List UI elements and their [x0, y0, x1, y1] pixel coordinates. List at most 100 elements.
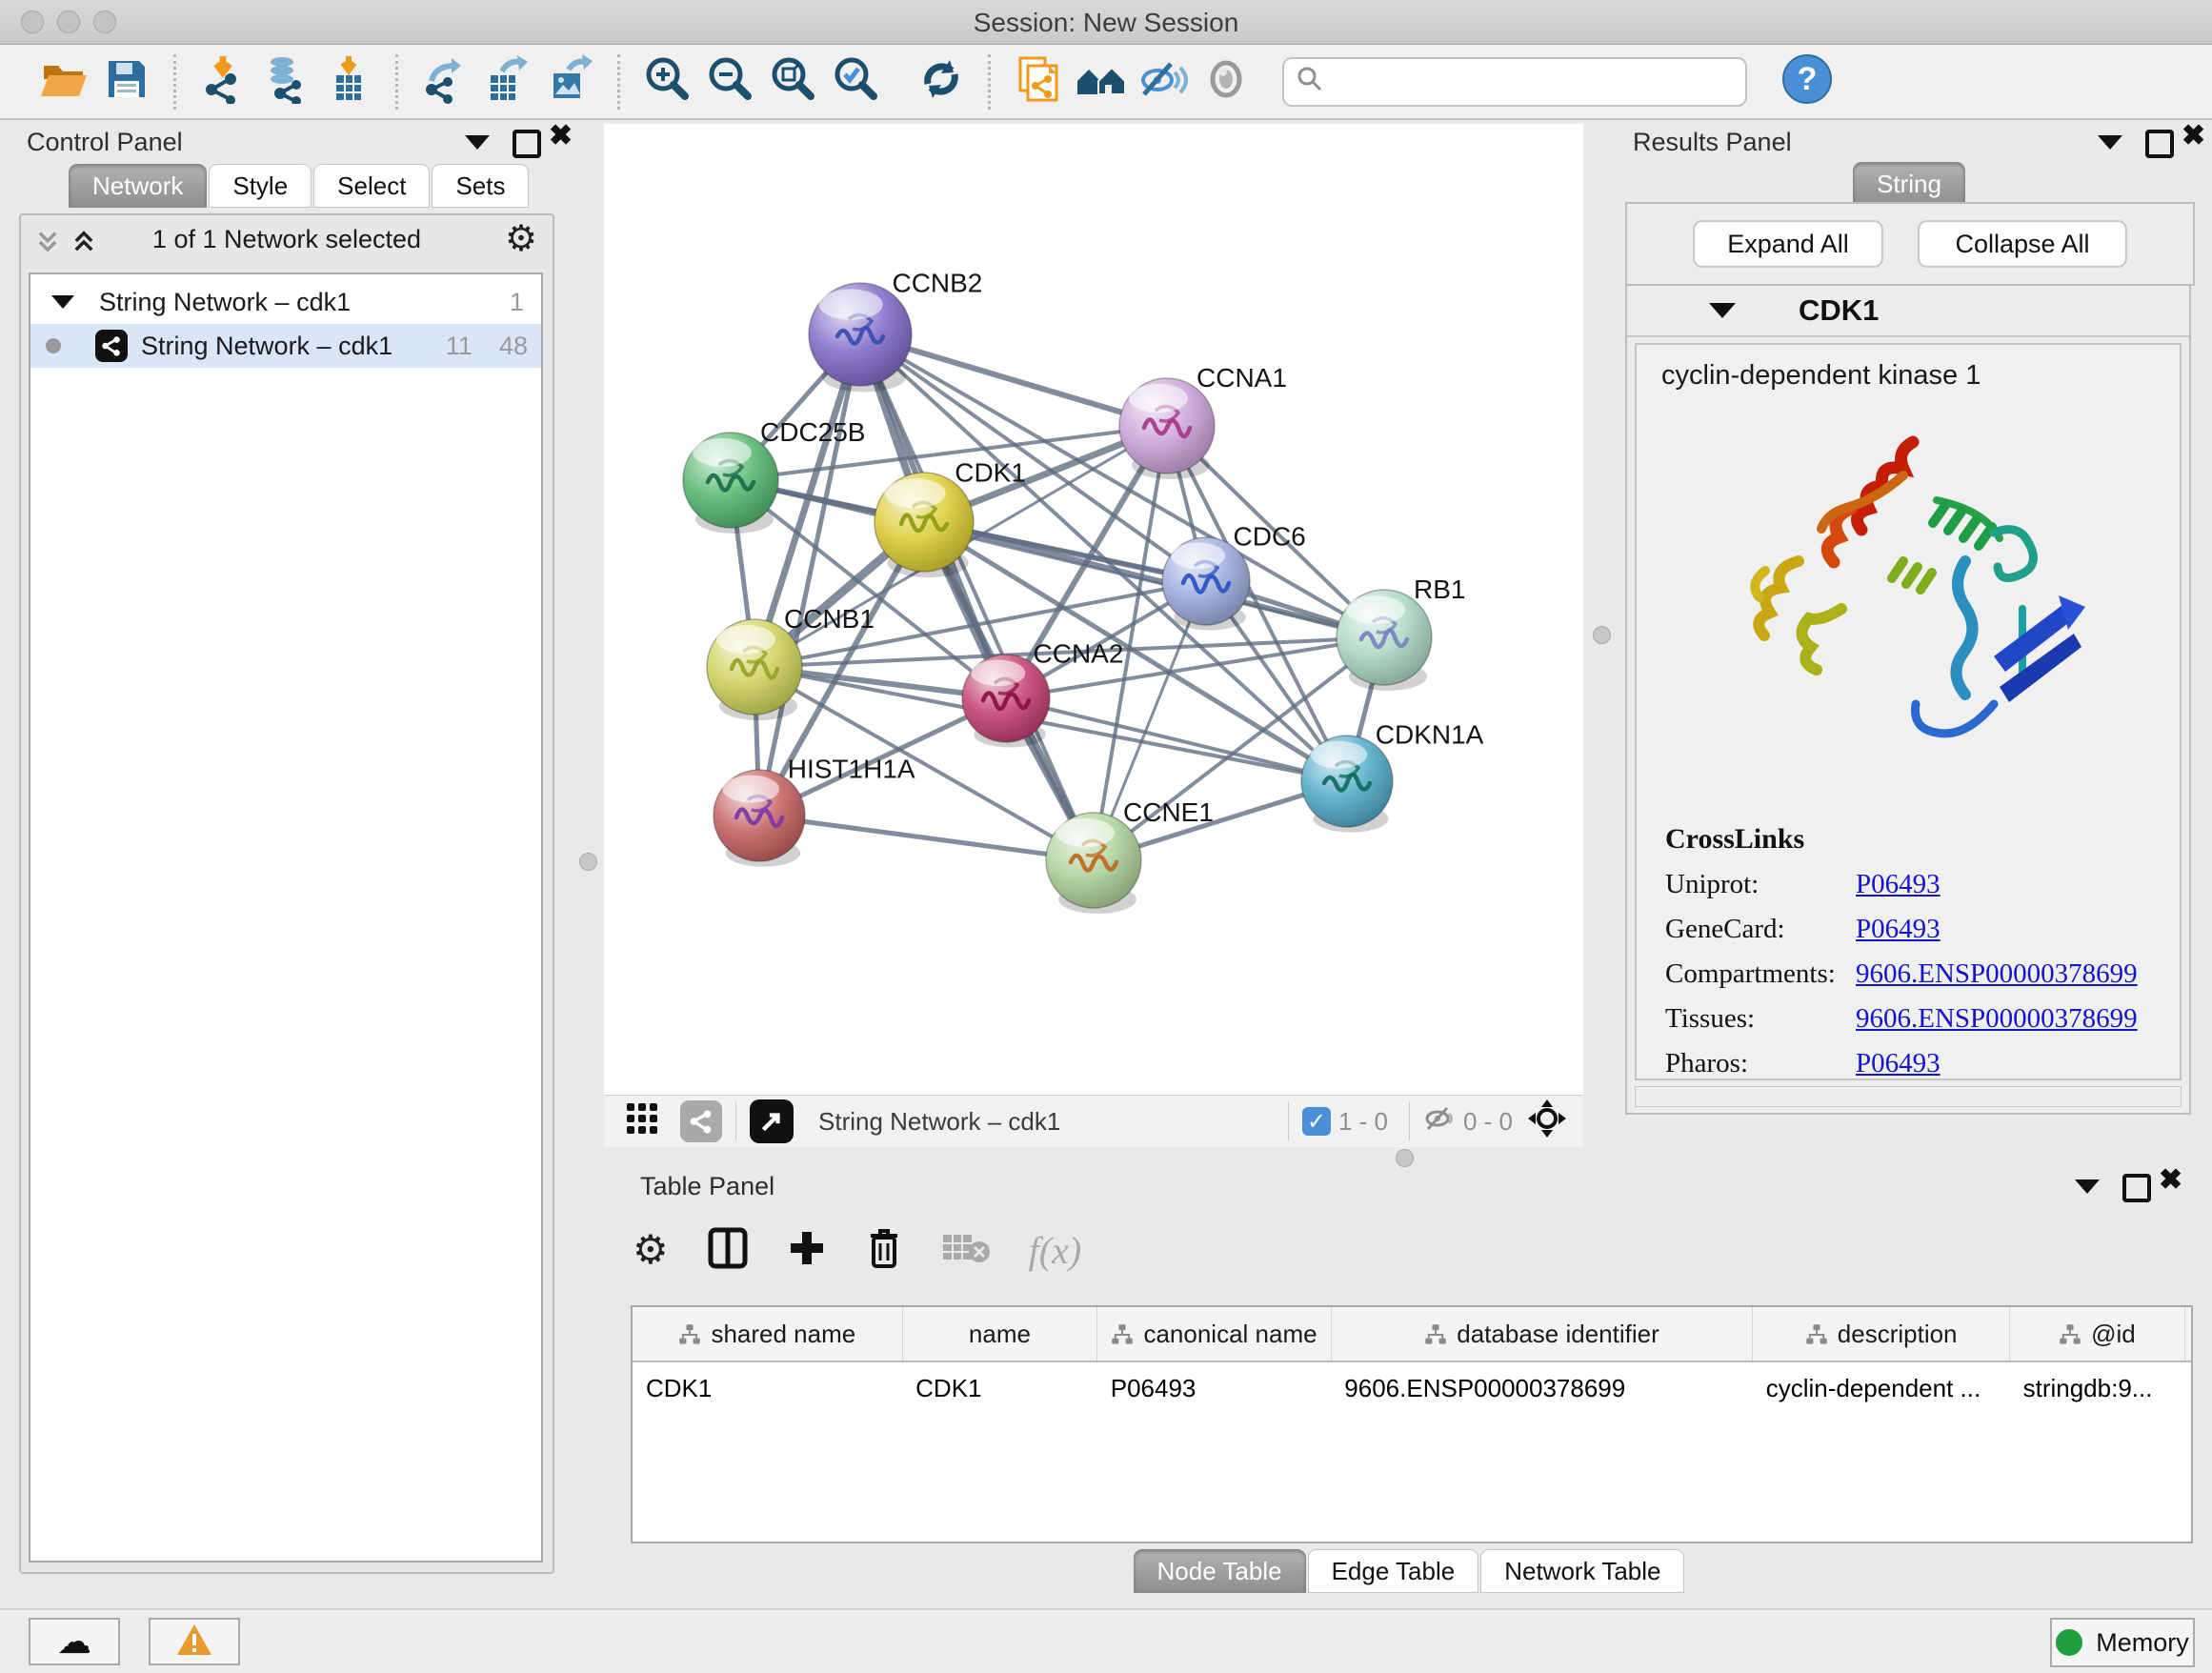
share-view-icon[interactable] — [680, 1100, 722, 1142]
fit-selected-crosshair-icon[interactable] — [1526, 1098, 1568, 1146]
tab-edge-table[interactable]: Edge Table — [1308, 1549, 1479, 1593]
show-columns-icon[interactable] — [707, 1226, 749, 1275]
table-cell[interactable]: CDK1 — [902, 1361, 1097, 1414]
birdseye-view-icon[interactable] — [750, 1099, 794, 1143]
crosslink-link[interactable]: P06493 — [1856, 914, 1941, 945]
warnings-button[interactable] — [149, 1618, 240, 1665]
node-CCNA2[interactable] — [962, 655, 1050, 748]
export-image-button[interactable] — [539, 51, 602, 112]
table-cell[interactable]: 9606.ENSP00000378699 — [1331, 1361, 1752, 1414]
panel-close-icon[interactable]: ✖ — [2159, 1170, 2182, 1194]
table-cell[interactable]: stringdb:9... — [2010, 1361, 2185, 1414]
expand-all-button[interactable]: Expand All — [1693, 220, 1883, 268]
cloud-status-button[interactable]: ☁ — [29, 1618, 120, 1665]
column-header-database-identifier[interactable]: database identifier — [1331, 1307, 1752, 1361]
node-CDK1[interactable] — [875, 473, 974, 577]
tab-network-table[interactable]: Network Table — [1480, 1549, 1684, 1593]
open-session-button[interactable] — [32, 51, 95, 112]
search-field[interactable] — [1282, 57, 1747, 107]
panel-menu-caret-icon[interactable] — [2075, 1179, 2100, 1199]
node-CCNE1[interactable] — [1046, 813, 1141, 914]
import-network-database-button[interactable] — [254, 51, 317, 112]
delete-table-icon[interactable] — [941, 1229, 991, 1272]
network-options-gear-icon[interactable]: ⚙ — [505, 221, 537, 257]
edge-HIST1H1A-CCNE1[interactable] — [759, 816, 1094, 860]
left-splitter-handle[interactable] — [579, 853, 597, 871]
crosslink-link[interactable]: 9606.ENSP00000378699 — [1856, 958, 2138, 990]
share-network-button[interactable] — [1006, 51, 1069, 112]
tab-node-table[interactable]: Node Table — [1134, 1549, 1306, 1593]
zoom-out-button[interactable] — [698, 51, 761, 112]
panel-menu-caret-icon[interactable] — [465, 135, 490, 154]
tab-string[interactable]: String — [1853, 162, 1965, 206]
results-horizontal-scrollbar[interactable] — [1635, 1086, 2182, 1107]
function-builder-icon[interactable]: f(x) — [1029, 1228, 1082, 1273]
column-header-name[interactable]: name — [902, 1307, 1097, 1361]
apply-layout-button[interactable] — [910, 51, 973, 112]
zoom-in-button[interactable] — [635, 51, 698, 112]
tab-sets[interactable]: Sets — [432, 164, 529, 208]
memory-button[interactable]: Memory — [2050, 1618, 2195, 1667]
import-table-button[interactable] — [317, 51, 380, 112]
table-cell[interactable]: cyclin-dependent ... — [1753, 1361, 2010, 1414]
crosslink-link[interactable]: 9606.ENSP00000378699 — [1856, 1003, 2138, 1035]
table-row[interactable]: CDK1CDK1P064939606.ENSP00000378699cyclin… — [633, 1361, 2193, 1414]
node-RB1[interactable] — [1337, 590, 1432, 691]
network-collection-row[interactable]: String Network – cdk1 1 — [30, 280, 541, 324]
home-button[interactable] — [1069, 51, 1132, 112]
gene-section-header[interactable]: CDK1 — [1627, 286, 2189, 337]
export-table-button[interactable] — [476, 51, 539, 112]
crosslink-link[interactable]: P06493 — [1856, 869, 1941, 900]
table-options-gear-icon[interactable]: ⚙ — [633, 1230, 669, 1270]
column-header--id[interactable]: @id — [2010, 1307, 2185, 1361]
help-button[interactable]: ? — [1776, 51, 1839, 112]
selected-checkbox-icon[interactable]: ✓ — [1302, 1107, 1331, 1136]
column-header-namespace[interactable]: namespace — [2184, 1307, 2193, 1361]
search-input[interactable] — [1324, 66, 1709, 97]
panel-float-icon[interactable] — [513, 130, 541, 163]
node-CCNA1[interactable] — [1119, 378, 1215, 479]
tab-style[interactable]: Style — [209, 164, 312, 208]
tab-select[interactable]: Select — [313, 164, 430, 208]
panel-float-icon[interactable] — [2145, 130, 2174, 163]
table-cell[interactable]: stringdb — [2184, 1361, 2193, 1414]
edge-CCNB2-HIST1H1A[interactable] — [759, 334, 860, 816]
export-network-button[interactable] — [413, 51, 476, 112]
import-network-file-button[interactable] — [191, 51, 254, 112]
node-CDC25B[interactable] — [683, 433, 778, 534]
node-CCNB2[interactable] — [809, 283, 912, 392]
tree-expand-caret-icon[interactable] — [51, 295, 74, 309]
hide-panel-button[interactable] — [1132, 51, 1195, 112]
panel-float-icon[interactable] — [2122, 1174, 2151, 1207]
node-CDC6[interactable] — [1162, 537, 1250, 631]
table-cell[interactable]: P06493 — [1097, 1361, 1332, 1414]
column-header-description[interactable]: description — [1753, 1307, 2010, 1361]
node-CDKN1A[interactable] — [1301, 736, 1393, 833]
zoom-selected-button[interactable] — [824, 51, 887, 112]
grid-view-icon[interactable] — [625, 1101, 659, 1142]
panel-menu-caret-icon[interactable] — [2098, 135, 2122, 154]
bottom-splitter-handle[interactable] — [1396, 1149, 1414, 1167]
table-cell[interactable]: CDK1 — [633, 1361, 902, 1414]
column-header-shared-name[interactable]: shared name — [633, 1307, 902, 1361]
crosslink-link[interactable]: P06493 — [1856, 1048, 1941, 1079]
node-table[interactable]: shared namenamecanonical namedatabase id… — [631, 1305, 2193, 1543]
add-column-icon[interactable] — [787, 1228, 827, 1273]
network-canvas[interactable]: CCNB2CCNA1CDC25BCDK1CDC6RB1CCNB1CCNA2CDK… — [604, 124, 1583, 1095]
zoom-fit-button[interactable] — [761, 51, 824, 112]
show-eye-button[interactable] — [1195, 51, 1257, 112]
hidden-eye-icon[interactable] — [1423, 1104, 1456, 1139]
network-row-selected[interactable]: String Network – cdk1 11 48 — [30, 324, 541, 368]
panel-close-icon[interactable]: ✖ — [2182, 126, 2205, 150]
column-header-canonical-name[interactable]: canonical name — [1097, 1307, 1332, 1361]
tab-network[interactable]: Network — [69, 164, 207, 208]
section-collapse-caret-icon[interactable] — [1709, 303, 1736, 318]
collapse-all-button[interactable]: Collapse All — [1918, 220, 2127, 268]
node-CCNB1[interactable] — [707, 619, 802, 720]
delete-column-trash-icon[interactable] — [865, 1226, 903, 1275]
network-graph[interactable]: CCNB2CCNA1CDC25BCDK1CDC6RB1CCNB1CCNA2CDK… — [604, 124, 1583, 1095]
panel-close-icon[interactable]: ✖ — [549, 126, 573, 150]
save-session-button[interactable] — [95, 51, 158, 112]
right-splitter-handle[interactable] — [1593, 626, 1611, 644]
node-HIST1H1A[interactable] — [714, 770, 805, 867]
